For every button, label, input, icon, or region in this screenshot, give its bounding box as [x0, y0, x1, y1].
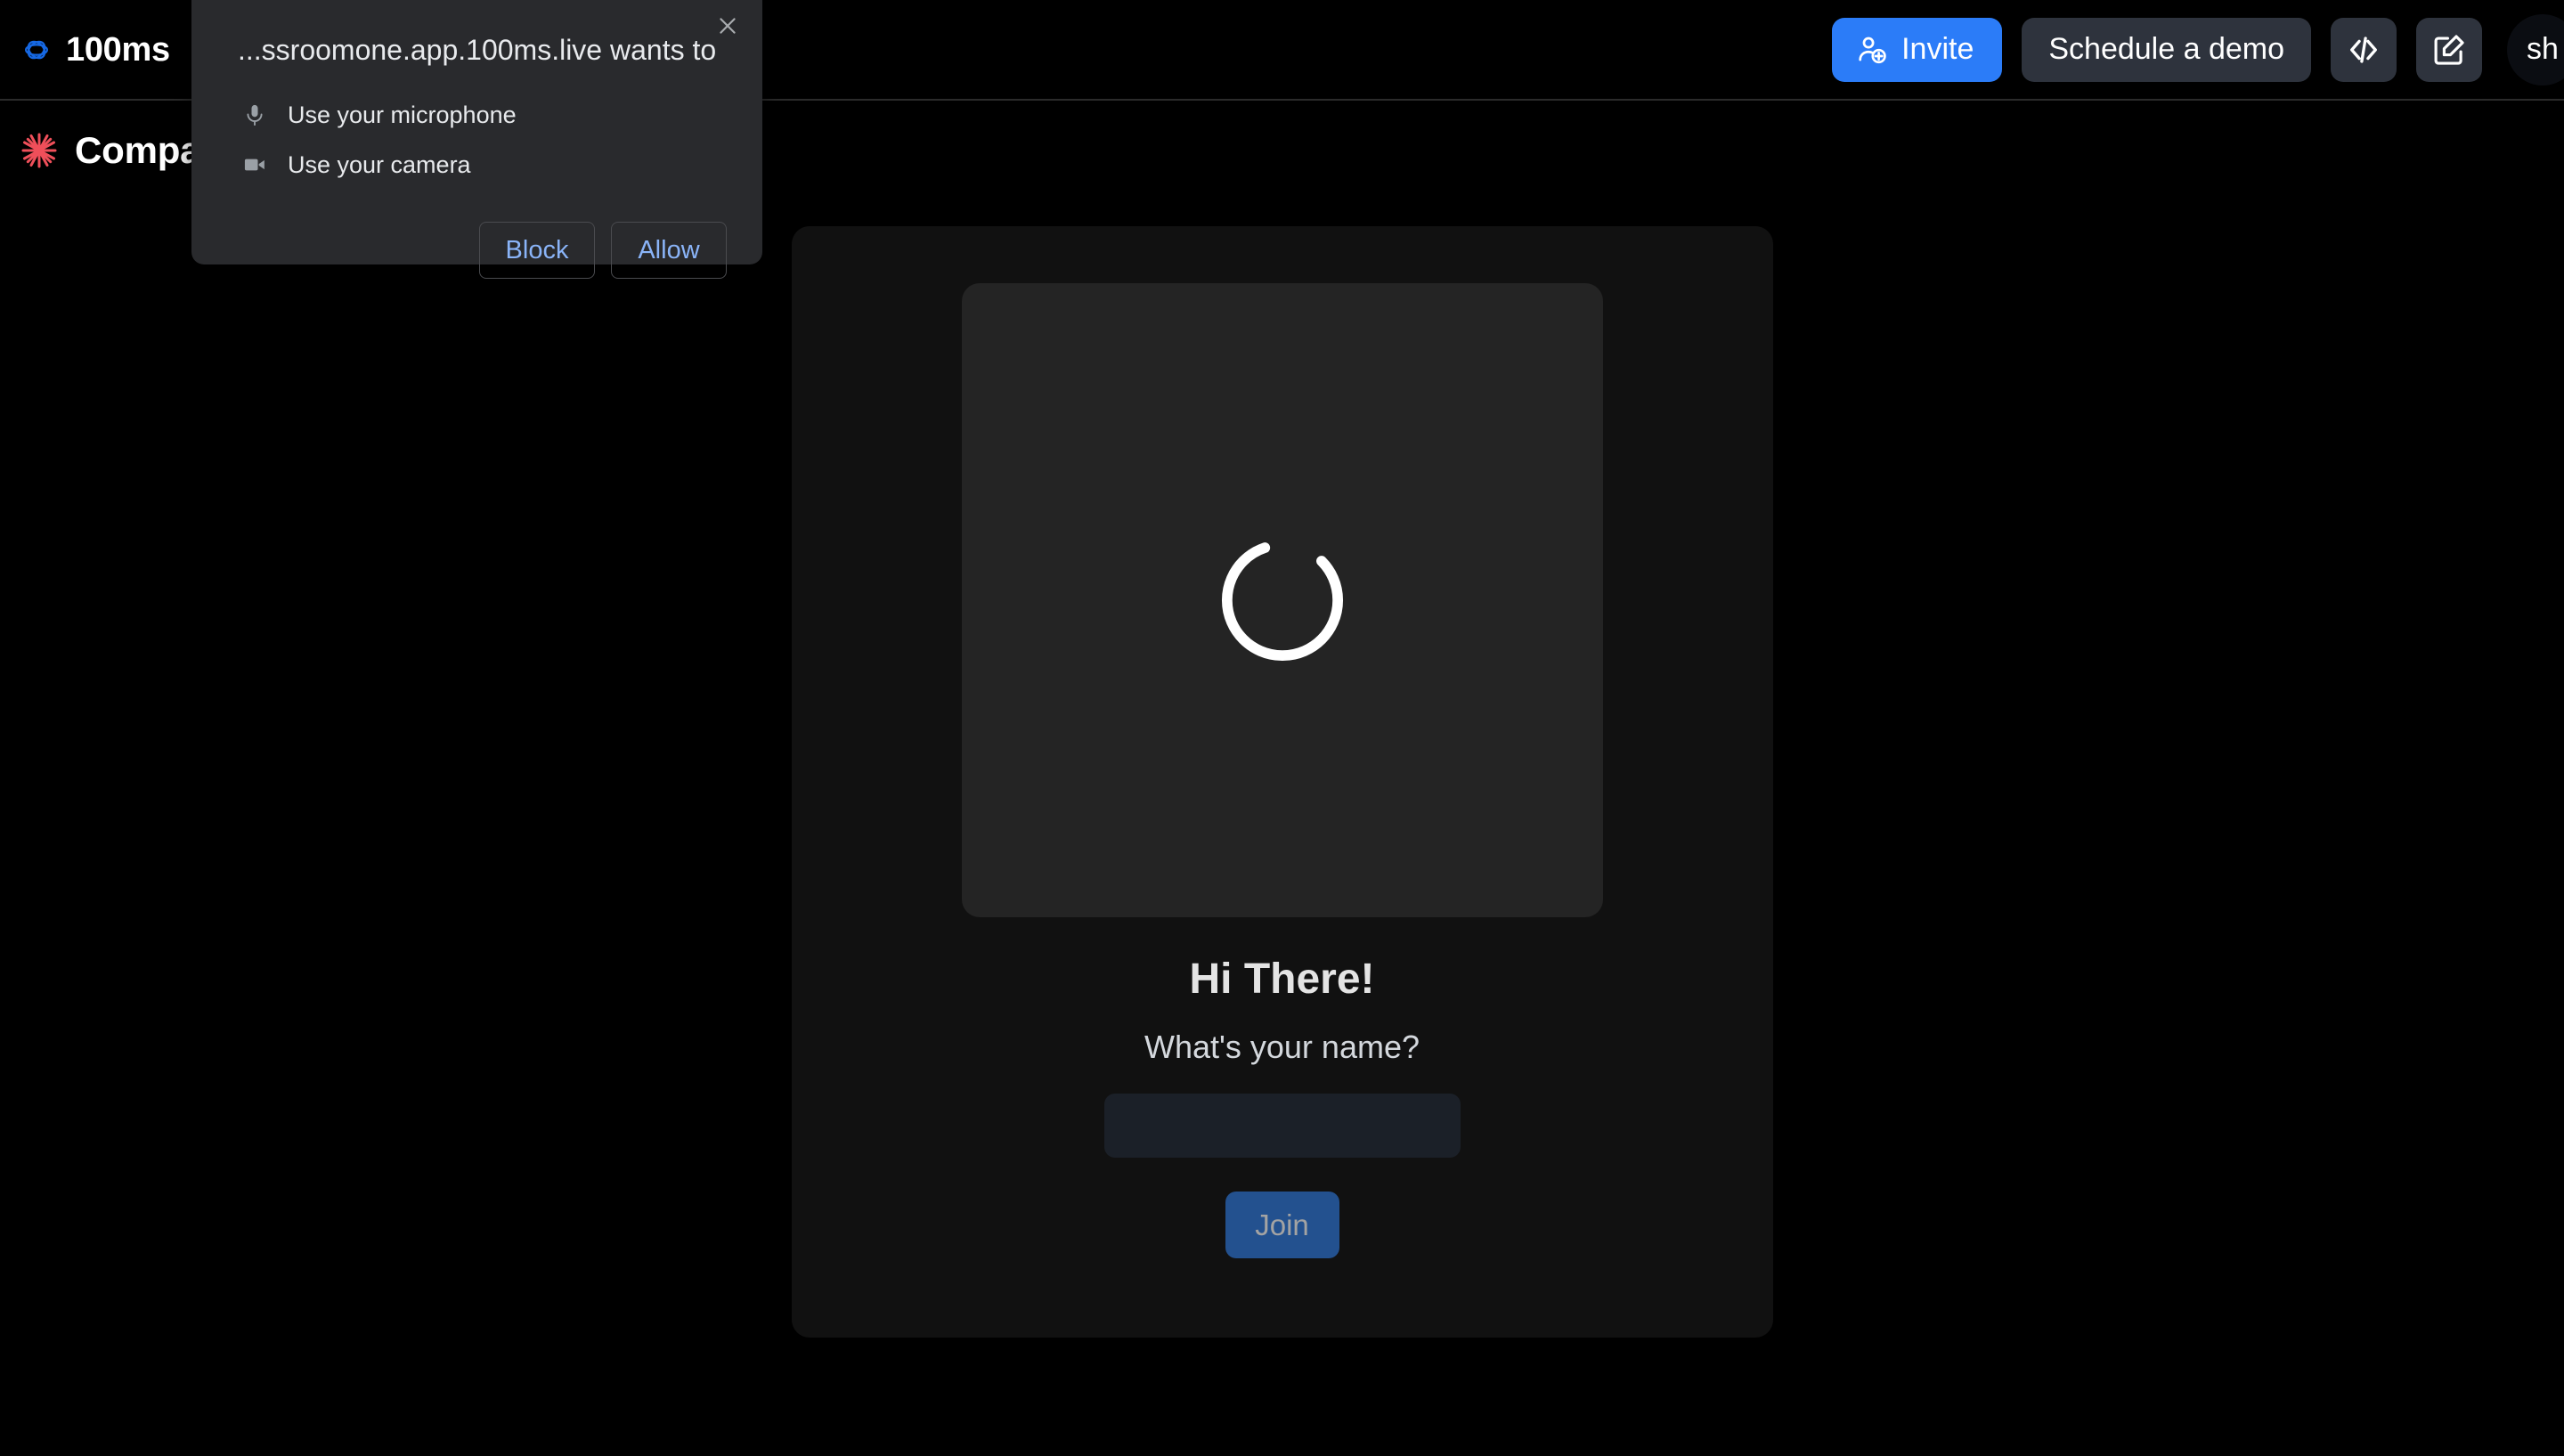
- name-input[interactable]: [1103, 1094, 1461, 1158]
- invite-button[interactable]: Invite: [1832, 17, 2003, 82]
- permission-dialog-close-button[interactable]: [709, 7, 746, 45]
- permission-dialog-title: ...ssroomone.app.100ms.live wants to: [238, 34, 717, 66]
- permission-item-microphone: Use your microphone: [241, 90, 732, 140]
- app-root: 100ms Invite Schedule a demo sh Company …: [0, 0, 2564, 1456]
- code-brackets-icon: [2345, 31, 2382, 69]
- greeting-heading: Hi There!: [1189, 956, 1375, 1003]
- name-prompt-label: What's your name?: [1144, 1029, 1420, 1065]
- brand: 100ms: [20, 33, 170, 67]
- permission-dialog: ...ssroomone.app.100ms.live wants to Use…: [191, 0, 762, 279]
- join-preview-card: Hi There! What's your name? Join: [791, 226, 1773, 1338]
- microphone-icon: [241, 102, 268, 128]
- permission-item-camera: Use your camera: [241, 140, 732, 190]
- video-preview-tile: [961, 283, 1603, 917]
- permission-item-label: Use your microphone: [288, 101, 517, 128]
- block-button[interactable]: Block: [479, 222, 595, 279]
- camera-video-icon: [241, 151, 268, 178]
- header-actions: Invite Schedule a demo sh: [1832, 13, 2564, 85]
- edit-room-button[interactable]: [2416, 17, 2482, 82]
- block-button-label: Block: [505, 235, 569, 264]
- permission-list: Use your microphone Use your camera: [241, 90, 732, 190]
- brand-name: 100ms: [66, 30, 170, 69]
- person-add-icon: [1855, 33, 1889, 67]
- invite-button-label: Invite: [1901, 32, 1974, 66]
- avatar-initials: sh: [2527, 32, 2559, 66]
- allow-button[interactable]: Allow: [611, 222, 727, 279]
- permission-dialog-actions: Block Allow: [222, 222, 732, 279]
- edit-square-pen-icon: [2430, 31, 2468, 69]
- embed-code-button[interactable]: [2331, 17, 2397, 82]
- permission-item-label: Use your camera: [288, 150, 471, 178]
- close-x-icon: [716, 14, 739, 37]
- join-button-label: Join: [1255, 1208, 1309, 1241]
- join-button[interactable]: Join: [1225, 1192, 1339, 1258]
- user-avatar[interactable]: sh: [2507, 13, 2564, 85]
- main-stage: Hi There! What's your name? Join: [0, 101, 2564, 1456]
- loading-spinner-icon: [1216, 533, 1349, 667]
- schedule-demo-button[interactable]: Schedule a demo: [2022, 17, 2311, 82]
- schedule-demo-label: Schedule a demo: [2048, 32, 2284, 66]
- 100ms-infinity-logo-icon: [20, 33, 53, 67]
- allow-button-label: Allow: [638, 235, 700, 264]
